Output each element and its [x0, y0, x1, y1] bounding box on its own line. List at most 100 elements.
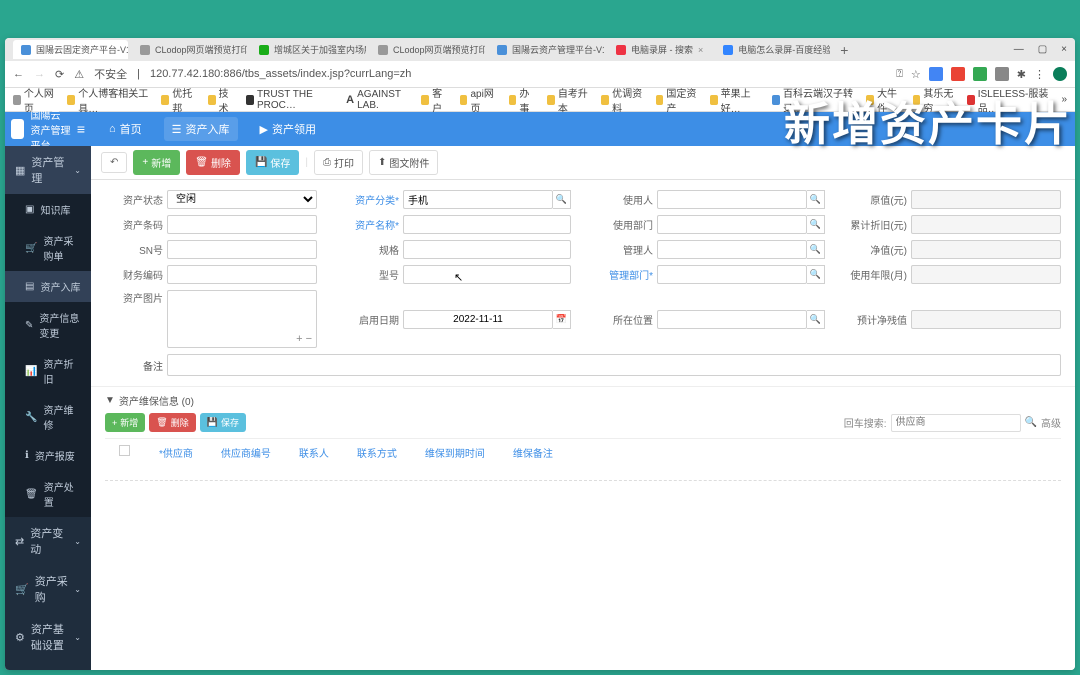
bookmark-9[interactable]: 自考升本	[547, 85, 589, 115]
bookmark-3[interactable]: 技术	[208, 85, 234, 115]
delete-button[interactable]: 🗑删除	[186, 150, 240, 175]
spec-input[interactable]	[403, 240, 571, 259]
bookmark-10[interactable]: 优调资料	[601, 85, 643, 115]
user-input[interactable]	[657, 190, 807, 209]
nav-depreciation[interactable]: 📊资产折旧	[5, 348, 91, 394]
sn-input[interactable]	[167, 240, 317, 259]
col-contact[interactable]: 联系人	[285, 445, 343, 460]
undo-button[interactable]: ↶	[101, 152, 127, 173]
search-icon[interactable]: 🔍	[807, 240, 825, 259]
print-button[interactable]: ⎙打印	[314, 150, 363, 175]
section-header[interactable]: ▼资产维保信息 (0)	[105, 393, 1061, 408]
new-button[interactable]: +新增	[133, 150, 180, 175]
nav-scrap[interactable]: ℹ资产报废	[5, 440, 91, 471]
search-icon[interactable]: 🔍	[1025, 417, 1037, 428]
col-supplier[interactable]: *供应商	[145, 445, 207, 460]
col-contact-way[interactable]: 联系方式	[343, 445, 411, 460]
avatar-icon[interactable]	[1053, 67, 1067, 81]
fincode-input[interactable]	[167, 265, 317, 284]
select-all-checkbox[interactable]	[119, 445, 130, 456]
search-icon[interactable]: 🔍	[807, 265, 825, 284]
nav-base-setting[interactable]: ⚙资产基础设置⌄	[5, 613, 91, 661]
acc-dep-input[interactable]	[911, 215, 1061, 234]
remarks-input[interactable]	[167, 354, 1061, 376]
browser-tab-1[interactable]: CLodop网页端预览打印示例_2×	[132, 40, 247, 59]
section-delete-button[interactable]: 🗑 删除	[149, 413, 195, 432]
bookmark-6[interactable]: 客户	[421, 85, 447, 115]
enable-date-input[interactable]	[403, 310, 553, 329]
section-save-button[interactable]: 💾 保存	[200, 413, 246, 432]
section-search-input[interactable]	[891, 414, 1021, 432]
bookmark-11[interactable]: 国定资产	[656, 85, 698, 115]
search-icon[interactable]: 🔍	[807, 190, 825, 209]
barcode-input[interactable]	[167, 215, 317, 234]
bookmark-1[interactable]: 个人博客相关工具…	[67, 85, 149, 115]
model-input[interactable]	[403, 265, 571, 284]
manager-input[interactable]	[657, 240, 807, 259]
extension-3[interactable]	[973, 67, 987, 81]
nav-procurement[interactable]: 🛒资产采购⌄	[5, 565, 91, 613]
browser-tab-6[interactable]: 电脑怎么录屏-百度经验×	[715, 40, 830, 59]
extension-2[interactable]	[951, 67, 965, 81]
bookmark-5[interactable]: AAGAINST LAB.	[346, 89, 409, 111]
bookmark-7[interactable]: api网页	[460, 85, 497, 115]
nav-purchase-order[interactable]: 🛒资产采购单	[5, 225, 91, 271]
browser-tab-0[interactable]: 国陽云固定资产平台-V1.0.0×	[13, 40, 128, 59]
save-button[interactable]: 💾保存	[246, 150, 299, 175]
attachment-button[interactable]: ⬆图文附件	[369, 150, 438, 175]
search-icon[interactable]: 🔍	[807, 215, 825, 234]
back-icon[interactable]: ←	[13, 68, 24, 80]
image-upload[interactable]: + −	[167, 290, 317, 348]
bookmark-16[interactable]: ISLELESS-服装品…	[967, 85, 1050, 115]
mgmt-dept-input[interactable]	[657, 265, 807, 284]
section-new-button[interactable]: + 新增	[105, 413, 145, 432]
tab-receive[interactable]: ▶资产领用	[252, 117, 324, 141]
col-warranty-note[interactable]: 维保备注	[499, 445, 567, 460]
new-tab-button[interactable]: +	[834, 42, 854, 58]
extension-4[interactable]	[995, 67, 1009, 81]
browser-tab-2[interactable]: 增城区关于加强室内场所管控的×	[251, 40, 366, 59]
maximize-icon[interactable]: ▢	[1038, 44, 1047, 55]
nav-asset-mgmt[interactable]: ▦资产管理⌄	[5, 146, 91, 194]
bookmark-14[interactable]: 大牛件	[866, 85, 900, 115]
browser-tab-4[interactable]: 国陽云资产管理平台-V1.0.0×	[489, 40, 604, 59]
bookmark-overflow[interactable]: »	[1061, 94, 1067, 105]
remove-image-icon[interactable]: −	[306, 333, 312, 345]
tab-inbound[interactable]: ☰资产入库	[164, 117, 238, 141]
location-input[interactable]	[657, 310, 807, 329]
extension-1[interactable]	[929, 67, 943, 81]
life-input[interactable]	[911, 265, 1061, 284]
share-icon[interactable]: ⍰	[896, 68, 903, 81]
search-icon[interactable]: 🔍	[807, 310, 825, 329]
browser-tab-5[interactable]: 电脑录屏 - 搜索×	[608, 40, 711, 59]
dept-input[interactable]	[657, 215, 807, 234]
reload-icon[interactable]: ⟳	[55, 68, 64, 81]
advanced-link[interactable]: 高级	[1041, 415, 1061, 430]
bookmark-12[interactable]: 苹果上好…	[710, 85, 760, 115]
star-icon[interactable]: ☆	[911, 68, 921, 81]
minimize-icon[interactable]: —	[1014, 44, 1024, 55]
residual-input[interactable]	[911, 310, 1061, 329]
hamburger-icon[interactable]: ≡	[77, 121, 85, 137]
security-warning-icon[interactable]: ⚠	[74, 68, 84, 81]
nav-inventory[interactable]: 📋盘点管理⌄	[5, 661, 91, 670]
status-select[interactable]: 空闲	[167, 190, 317, 209]
calendar-icon[interactable]: 📅	[553, 310, 571, 329]
original-value-input[interactable]	[911, 190, 1061, 209]
url-text[interactable]: 120.77.42.180:886/tbs_assets/index.jsp?c…	[150, 68, 411, 80]
bookmark-15[interactable]: 其乐无穷	[913, 85, 955, 115]
net-value-input[interactable]	[911, 240, 1061, 259]
add-image-icon[interactable]: +	[296, 333, 302, 345]
bookmark-4[interactable]: TRUST THE PROC…	[246, 89, 334, 111]
search-icon[interactable]: 🔍	[553, 190, 571, 209]
col-warranty-end[interactable]: 维保到期时间	[411, 445, 499, 460]
col-supplier-no[interactable]: 供应商编号	[207, 445, 285, 460]
nav-disposal[interactable]: 🗑资产处置	[5, 471, 91, 517]
extensions-icon[interactable]: ✱	[1017, 68, 1026, 81]
category-input[interactable]	[403, 190, 553, 209]
bookmark-13[interactable]: 百科云端汉子转录…	[772, 85, 854, 115]
bookmark-8[interactable]: 办事	[509, 85, 535, 115]
forward-icon[interactable]: →	[34, 68, 45, 80]
close-window-icon[interactable]: ×	[1061, 44, 1067, 55]
browser-tab-3[interactable]: CLodop网页端预览打印示例×	[370, 40, 485, 59]
